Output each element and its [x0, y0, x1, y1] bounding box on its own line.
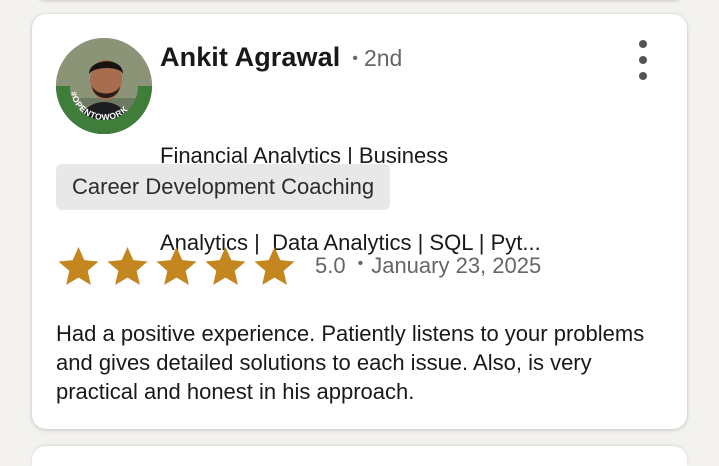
rating-row: 5.0 • January 23, 2025 — [56, 242, 541, 290]
review-date: January 23, 2025 — [371, 253, 542, 278]
star-icon — [205, 246, 246, 285]
review-card: #OPENTOWORK Ankit Agrawal • 2nd Financial… — [32, 14, 687, 429]
star-icon — [58, 246, 99, 285]
star-icon — [107, 246, 148, 285]
star-icon — [254, 246, 295, 285]
rating-value: 5.0 — [315, 253, 346, 278]
menu-dot — [639, 56, 647, 64]
separator-dot: • — [357, 255, 364, 272]
menu-dot — [639, 72, 647, 80]
connection-degree: • 2nd — [352, 45, 402, 72]
next-review-card — [32, 446, 687, 466]
star-icon — [156, 246, 197, 285]
service-tag: Career Development Coaching — [56, 164, 391, 210]
star-rating — [56, 244, 301, 289]
connection-degree-label: 2nd — [363, 45, 403, 71]
separator-dot: • — [352, 50, 358, 67]
review-text: Had a positive experience. Patiently lis… — [56, 321, 645, 404]
reviewer-avatar[interactable]: #OPENTOWORK — [56, 38, 152, 134]
menu-dot — [639, 40, 647, 48]
reviewer-name-row: Ankit Agrawal • 2nd — [160, 42, 620, 73]
reviewer-name[interactable]: Ankit Agrawal — [160, 42, 340, 73]
avatar-photo: #OPENTOWORK — [56, 38, 152, 134]
three-dots-vertical-icon[interactable] — [631, 36, 655, 84]
